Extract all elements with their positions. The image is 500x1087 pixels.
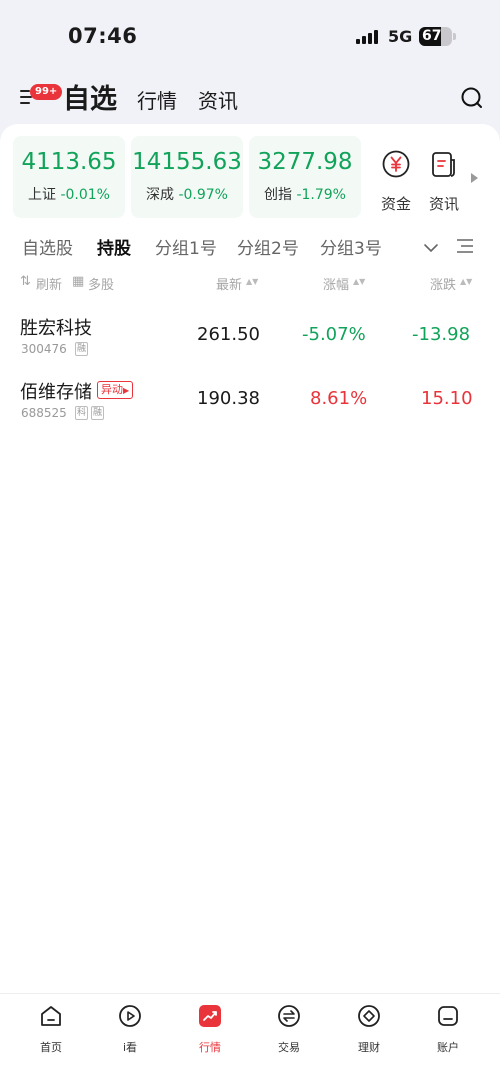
battery-level: 67 — [422, 28, 442, 44]
shortcut-label: 资金 — [380, 195, 411, 213]
nav-label: 理财 — [358, 1041, 380, 1054]
nav-trade[interactable]: 交易 — [259, 1004, 319, 1054]
index-value: 3277.98 — [257, 149, 353, 175]
play-small-icon: ▶ — [123, 386, 130, 395]
star-market-tag: 科 — [75, 406, 89, 420]
network-label: 5G — [388, 27, 413, 46]
search-icon[interactable] — [460, 86, 484, 110]
wealth-icon — [357, 1004, 381, 1028]
index-change: -1.79% — [296, 187, 346, 203]
nav-label: i看 — [122, 1041, 138, 1054]
index-card-chinext[interactable]: 3277.98 创指 -1.79% — [249, 136, 361, 218]
group-tab-group1[interactable]: 分组1号 — [155, 234, 217, 259]
nav-label: 行情 — [199, 1041, 221, 1054]
column-header: ⇅ 刷新 ▦ 多股 最新 ▲▼ 涨幅 ▲▼ 涨跌 ▲▼ — [0, 274, 500, 294]
stock-pct: -5.07% — [302, 324, 366, 345]
battery-nub — [453, 33, 456, 40]
stock-row[interactable]: 胜宏科技 300476 融 261.50 -5.07% -13.98 — [0, 314, 500, 374]
index-sub: 深成 -0.97% — [131, 184, 243, 204]
refresh-icon[interactable]: ⇅ — [20, 274, 31, 289]
group-tab-group3[interactable]: 分组3号 — [320, 234, 382, 259]
stock-code: 300476 — [21, 342, 67, 356]
chevron-down-icon[interactable] — [423, 239, 439, 253]
trade-icon — [277, 1004, 301, 1028]
col-change[interactable]: 涨跌 — [430, 274, 456, 293]
sort-icon[interactable]: ▲▼ — [353, 277, 365, 286]
group-tab-holdings[interactable]: 持股 — [97, 234, 131, 259]
play-icon — [118, 1004, 142, 1028]
group-tabs: 自选股 持股 分组1号 分组2号 分组3号 — [0, 234, 500, 260]
abnormal-label: 异动 — [101, 383, 123, 396]
stock-row[interactable]: 佰维存储 异动▶ 688525 科 融 190.38 8.61% 15.10 — [0, 378, 500, 438]
market-icon — [198, 1004, 222, 1028]
nav-label: 交易 — [278, 1041, 300, 1054]
shortcut-funds[interactable]: 资金 — [374, 149, 418, 213]
index-card-shenzhen[interactable]: 14155.63 深成 -0.97% — [131, 136, 243, 218]
header: 99+ 自选 行情 资讯 — [0, 74, 500, 122]
stock-pct: 8.61% — [310, 388, 368, 409]
stock-code: 688525 — [21, 406, 67, 420]
nav-ikan[interactable]: i看 — [100, 1004, 160, 1054]
index-card-shanghai[interactable]: 4113.65 上证 -0.01% — [13, 136, 125, 218]
arrow-right-icon[interactable] — [471, 173, 478, 183]
notification-badge: 99+ — [30, 84, 63, 100]
index-sub: 创指 -1.79% — [249, 184, 361, 204]
news-icon — [429, 149, 459, 179]
index-value: 14155.63 — [132, 149, 242, 175]
account-icon — [436, 1004, 460, 1028]
bottom-nav: 首页 i看 行情 交易 理财 账户 — [0, 993, 500, 1087]
signal-icon — [356, 30, 380, 44]
tab-watchlist[interactable]: 自选 — [63, 77, 117, 116]
stock-change: -13.98 — [412, 324, 471, 345]
index-row: 4113.65 上证 -0.01% 14155.63 深成 -0.97% 327… — [13, 136, 493, 220]
stock-name: 胜宏科技 — [20, 318, 92, 339]
stock-price: 261.50 — [197, 324, 260, 345]
home-icon — [39, 1004, 63, 1028]
col-latest[interactable]: 最新 — [216, 274, 242, 293]
status-bar: 07:46 5G 67 — [0, 0, 500, 72]
yuan-circle-icon — [381, 149, 411, 179]
index-value: 4113.65 — [21, 149, 117, 175]
sort-icon[interactable]: ▲▼ — [460, 277, 472, 286]
refresh-label[interactable]: 刷新 — [36, 274, 62, 293]
shortcut-news[interactable]: 资讯 — [422, 149, 466, 213]
nav-label: 首页 — [40, 1041, 62, 1054]
battery-icon: 67 — [419, 27, 452, 46]
index-change: -0.01% — [60, 187, 110, 203]
list-settings-icon[interactable] — [456, 238, 474, 254]
stock-name: 佰维存储 — [20, 382, 92, 403]
group-tab-watchlist[interactable]: 自选股 — [22, 234, 73, 259]
index-change: -0.97% — [178, 187, 228, 203]
index-name: 深成 — [146, 187, 174, 203]
stock-price: 190.38 — [197, 388, 260, 409]
col-pct[interactable]: 涨幅 — [323, 274, 349, 293]
abnormal-tag[interactable]: 异动▶ — [97, 381, 134, 399]
nav-wealth[interactable]: 理财 — [339, 1004, 399, 1054]
nav-home[interactable]: 首页 — [21, 1004, 81, 1054]
margin-tag: 融 — [75, 342, 89, 356]
tab-market[interactable]: 行情 — [137, 85, 177, 114]
margin-tag: 融 — [91, 406, 105, 420]
stock-change: 15.10 — [421, 388, 473, 409]
index-name: 上证 — [28, 187, 56, 203]
main-card: 4113.65 上证 -0.01% 14155.63 深成 -0.97% 327… — [0, 124, 500, 994]
nav-label: 账户 — [437, 1041, 459, 1054]
status-time: 07:46 — [68, 24, 138, 48]
nav-account[interactable]: 账户 — [418, 1004, 478, 1054]
shortcut-label: 资讯 — [428, 195, 459, 213]
group-tab-group2[interactable]: 分组2号 — [237, 234, 299, 259]
nav-market[interactable]: 行情 — [180, 1004, 240, 1054]
multi-stock-label[interactable]: 多股 — [88, 274, 114, 293]
sort-icon[interactable]: ▲▼ — [246, 277, 258, 286]
index-name: 创指 — [264, 187, 292, 203]
multi-stock-icon[interactable]: ▦ — [72, 274, 84, 289]
tab-news[interactable]: 资讯 — [198, 85, 238, 114]
index-sub: 上证 -0.01% — [13, 184, 125, 204]
